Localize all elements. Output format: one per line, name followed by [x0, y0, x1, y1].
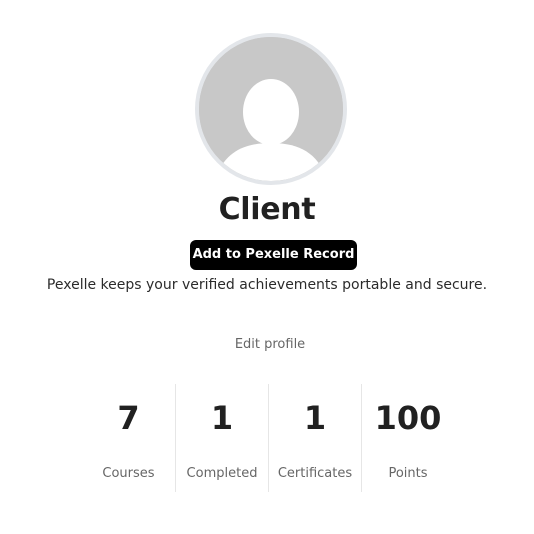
stat-value: 7: [117, 399, 140, 437]
profile-name: Client: [218, 192, 316, 227]
stat-value: 100: [374, 399, 442, 437]
avatar: [195, 33, 347, 185]
stats-row: 7 Courses 1 Completed 1 Certificates 100…: [82, 384, 455, 492]
stat-value: 1: [303, 399, 327, 437]
stat-completed: 1 Completed: [175, 384, 268, 492]
stat-certificates: 1 Certificates: [268, 384, 361, 492]
default-user-avatar-icon: [199, 37, 343, 181]
stat-label: Completed: [186, 466, 258, 481]
edit-profile-link[interactable]: Edit profile: [220, 334, 320, 356]
profile-tagline: Pexelle keeps your verified achievements…: [46, 277, 488, 293]
stat-value: 1: [210, 399, 234, 437]
stat-points: 100 Points: [361, 384, 454, 492]
stat-label: Points: [388, 466, 428, 481]
stat-courses: 7 Courses: [82, 384, 175, 492]
profile-page: Client Add to Pexelle Record Pexelle kee…: [0, 0, 534, 534]
stat-label: Certificates: [277, 466, 353, 481]
stat-label: Courses: [102, 466, 155, 481]
add-to-record-button[interactable]: Add to Pexelle Record: [190, 240, 357, 270]
